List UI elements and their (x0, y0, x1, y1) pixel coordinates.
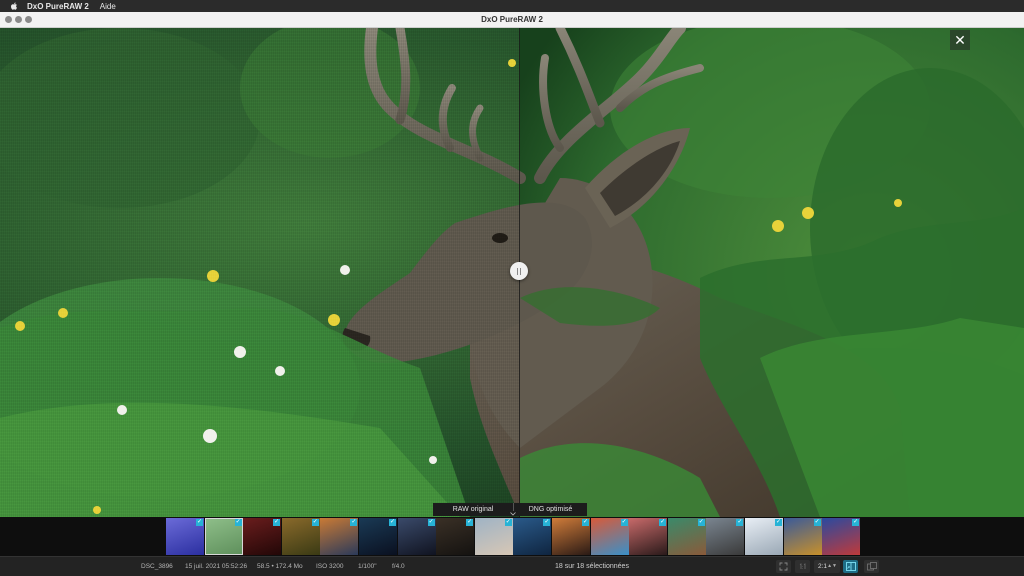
raw-noise-overlay (0, 28, 520, 517)
window-title: DxO PureRAW 2 (481, 15, 543, 24)
filmstrip-thumbnail[interactable]: ✓ (667, 518, 706, 555)
selected-checkbox-icon[interactable]: ✓ (582, 519, 589, 526)
filmstrip-thumbnail[interactable]: ✓ (706, 518, 745, 555)
filmstrip-thumbnail[interactable]: ✓ (629, 518, 668, 555)
selected-checkbox-icon[interactable]: ✓ (736, 519, 744, 526)
raw-original-label: RAW original (433, 503, 514, 516)
filmstrip-thumbnail[interactable]: ✓ (590, 518, 629, 555)
filmstrip-thumbnail[interactable]: ✓ (359, 518, 397, 555)
filmstrip-thumbnail[interactable]: ✓ (397, 518, 436, 555)
compare-split-handle[interactable] (510, 262, 528, 280)
side-by-side-button[interactable] (864, 560, 879, 573)
fit-screen-button[interactable] (776, 560, 791, 573)
dng-optimized-label: DNG optimisé (514, 503, 587, 516)
zoom-value: 2:1 (818, 563, 828, 570)
filmstrip-thumbnail[interactable]: ✓ (436, 518, 475, 555)
filmstrip-thumbnail[interactable]: ✓ (204, 518, 243, 555)
selection-count: 18 sur 18 sélectionnées (555, 563, 629, 570)
iso-value: ISO 3200 (316, 563, 344, 570)
filmstrip-thumbnail[interactable]: ✓ (783, 518, 822, 555)
actual-size-button[interactable] (795, 560, 810, 573)
filmstrip-thumbnail[interactable]: ✓ (745, 518, 783, 555)
one-to-one-icon (799, 563, 806, 569)
filmstrip-thumbnail[interactable]: ✓ (281, 518, 320, 555)
filmstrip[interactable]: ✓ ✓ ✓ ✓ ✓ ✓ ✓ ✓ ✓ ✓ ✓ ✓ ✓ ✓ ✓ ✓ ✓ ✓ (0, 517, 1024, 556)
expand-icon (779, 562, 788, 571)
filmstrip-thumbnail[interactable]: ✓ (474, 518, 513, 555)
split-view-button[interactable] (843, 560, 858, 573)
help-menu[interactable]: Aide (100, 2, 116, 11)
selected-checkbox-icon[interactable]: ✓ (389, 519, 396, 526)
selected-checkbox-icon[interactable]: ✓ (427, 519, 435, 526)
split-view-icon (845, 562, 856, 571)
selected-checkbox-icon[interactable]: ✓ (196, 519, 203, 526)
selected-checkbox-icon[interactable]: ✓ (234, 519, 242, 526)
zoom-selector[interactable]: 2:1 ▲▼ (814, 560, 840, 573)
filmstrip-thumbnail[interactable]: ✓ (166, 518, 204, 555)
menu-bar: DxO PureRAW 2 Aide (0, 0, 1024, 12)
selected-checkbox-icon[interactable]: ✓ (775, 519, 782, 526)
file-name: DSC_3896 (141, 563, 173, 570)
side-by-side-icon (866, 562, 877, 571)
selected-checkbox-icon[interactable]: ✓ (311, 519, 319, 526)
app-menu[interactable]: DxO PureRAW 2 (27, 2, 89, 11)
status-bar: DSC_3896 15 juil. 2021 05:52:26 58.5 • 1… (0, 556, 1024, 576)
selected-checkbox-icon[interactable]: ✓ (813, 519, 821, 526)
selected-checkbox-icon[interactable]: ✓ (466, 519, 474, 526)
selected-checkbox-icon[interactable]: ✓ (350, 519, 358, 526)
aperture-value: f/4.0 (392, 563, 405, 570)
chevron-down-icon[interactable] (508, 511, 518, 517)
selected-checkbox-icon[interactable]: ✓ (504, 519, 512, 526)
window-titlebar: DxO PureRAW 2 (0, 12, 1024, 28)
selected-checkbox-icon[interactable]: ✓ (852, 519, 860, 526)
capture-date: 15 juil. 2021 05:52:26 (185, 563, 248, 570)
filmstrip-thumbnail[interactable]: ✓ (513, 518, 552, 555)
selected-checkbox-icon[interactable]: ✓ (620, 519, 628, 526)
apple-icon[interactable] (9, 1, 19, 11)
stepper-arrows-icon: ▲▼ (827, 563, 837, 569)
image-viewer[interactable]: ✕ (0, 28, 1024, 517)
selected-checkbox-icon[interactable]: ✓ (697, 519, 705, 526)
selected-checkbox-icon[interactable]: ✓ (543, 519, 551, 526)
filmstrip-thumbnail[interactable]: ✓ (243, 518, 282, 555)
selected-checkbox-icon[interactable]: ✓ (273, 519, 281, 526)
file-size: 58.5 • 172.4 Mo (257, 563, 303, 570)
shutter-speed: 1/100" (358, 563, 377, 570)
selected-checkbox-icon[interactable]: ✓ (659, 519, 667, 526)
filmstrip-thumbnail[interactable]: ✓ (552, 518, 590, 555)
filmstrip-thumbnail[interactable]: ✓ (822, 518, 861, 555)
close-viewer-button[interactable]: ✕ (950, 30, 970, 50)
filmstrip-thumbnail[interactable]: ✓ (320, 518, 359, 555)
